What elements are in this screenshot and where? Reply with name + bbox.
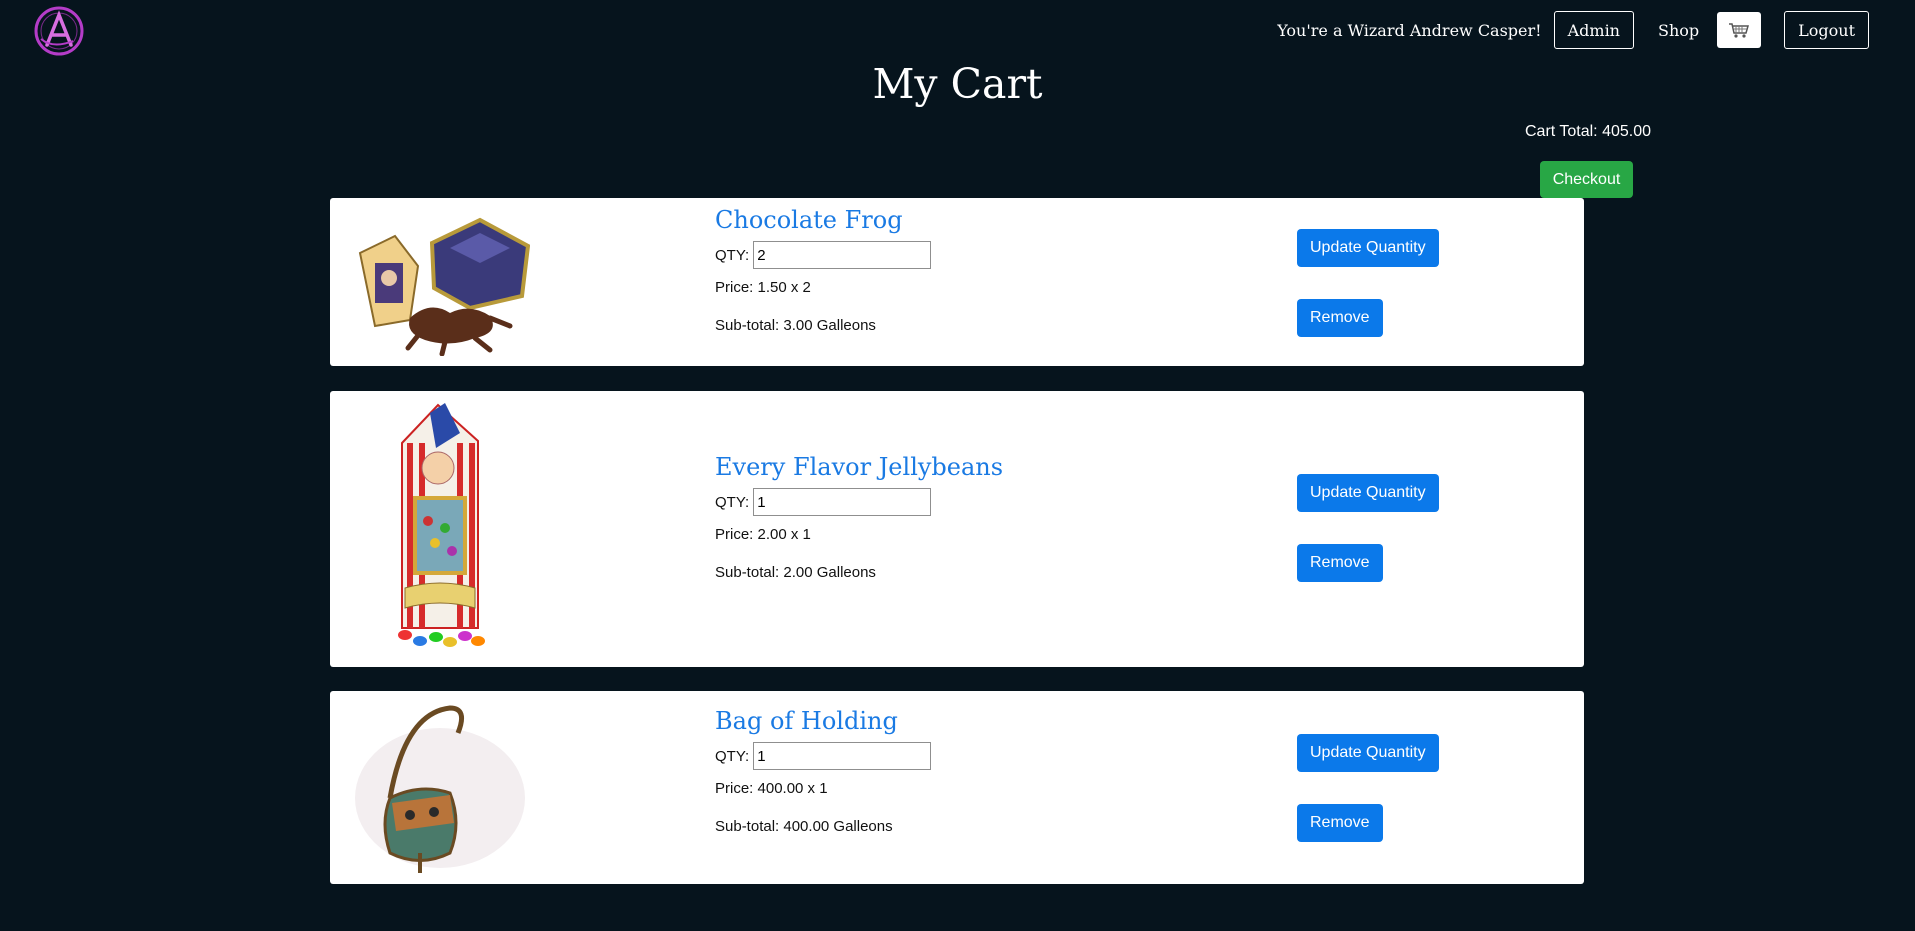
cart-item-every-flavor-jellybeans: Every Flavor Jellybeans QTY: Price: 2.00… (330, 391, 1584, 667)
qty-label: QTY: (715, 493, 750, 511)
cart-icon (1729, 23, 1750, 38)
update-quantity-button[interactable]: Update Quantity (1297, 734, 1439, 772)
qty-label: QTY: (715, 747, 750, 765)
item-info: Every Flavor Jellybeans QTY: Price: 2.00… (715, 453, 1003, 581)
item-name-link[interactable]: Chocolate Frog (715, 206, 931, 234)
item-info: Bag of Holding QTY: Price: 400.00 x 1 Su… (715, 707, 932, 835)
update-quantity-button[interactable]: Update Quantity (1297, 474, 1439, 512)
subtotal-text: Sub-total: 400.00 Galleons (715, 818, 893, 835)
price-text: Price: 2.00 x 1 (715, 526, 811, 543)
update-quantity-button[interactable]: Update Quantity (1297, 229, 1439, 267)
cart-item-chocolate-frog: Chocolate Frog QTY: Price: 1.50 x 2 Sub-… (330, 198, 1584, 366)
shop-link[interactable]: Shop (1658, 21, 1699, 40)
welcome-message: You're a Wizard Andrew Casper! (1277, 20, 1542, 40)
subtotal-text: Sub-total: 2.00 Galleons (715, 564, 876, 581)
jellybeans-image (350, 403, 530, 658)
bag-of-holding-image (350, 703, 530, 880)
remove-button[interactable]: Remove (1297, 299, 1383, 337)
cart-total: Cart Total: 405.00 (1525, 123, 1652, 140)
qty-row: QTY: (715, 741, 932, 771)
qty-row: QTY: (715, 487, 1003, 517)
cart-button[interactable] (1717, 12, 1762, 48)
remove-button[interactable]: Remove (1297, 544, 1383, 582)
top-nav: You're a Wizard Andrew Casper! Admin Sho… (1277, 11, 1869, 49)
chocolate-frog-image (350, 208, 531, 361)
checkout-button[interactable]: Checkout (1540, 161, 1633, 198)
remove-button[interactable]: Remove (1297, 804, 1383, 842)
admin-button[interactable]: Admin (1553, 11, 1634, 49)
quantity-input[interactable] (753, 742, 932, 770)
subtotal-text: Sub-total: 3.00 Galleons (715, 317, 876, 334)
page-title: My Cart (872, 60, 1043, 108)
price-text: Price: 400.00 x 1 (715, 780, 828, 797)
qty-label: QTY: (715, 246, 750, 264)
quantity-input[interactable] (753, 488, 932, 516)
wizard-logo-icon[interactable] (33, 5, 85, 57)
item-info: Chocolate Frog QTY: Price: 1.50 x 2 Sub-… (715, 206, 932, 334)
cart-item-bag-of-holding: Bag of Holding QTY: Price: 400.00 x 1 Su… (330, 691, 1584, 884)
logout-button[interactable]: Logout (1784, 11, 1869, 49)
item-name-link[interactable]: Bag of Holding (715, 707, 931, 735)
price-text: Price: 1.50 x 2 (715, 279, 811, 296)
quantity-input[interactable] (753, 241, 932, 269)
item-name-link[interactable]: Every Flavor Jellybeans (715, 453, 1003, 481)
qty-row: QTY: (715, 240, 932, 270)
